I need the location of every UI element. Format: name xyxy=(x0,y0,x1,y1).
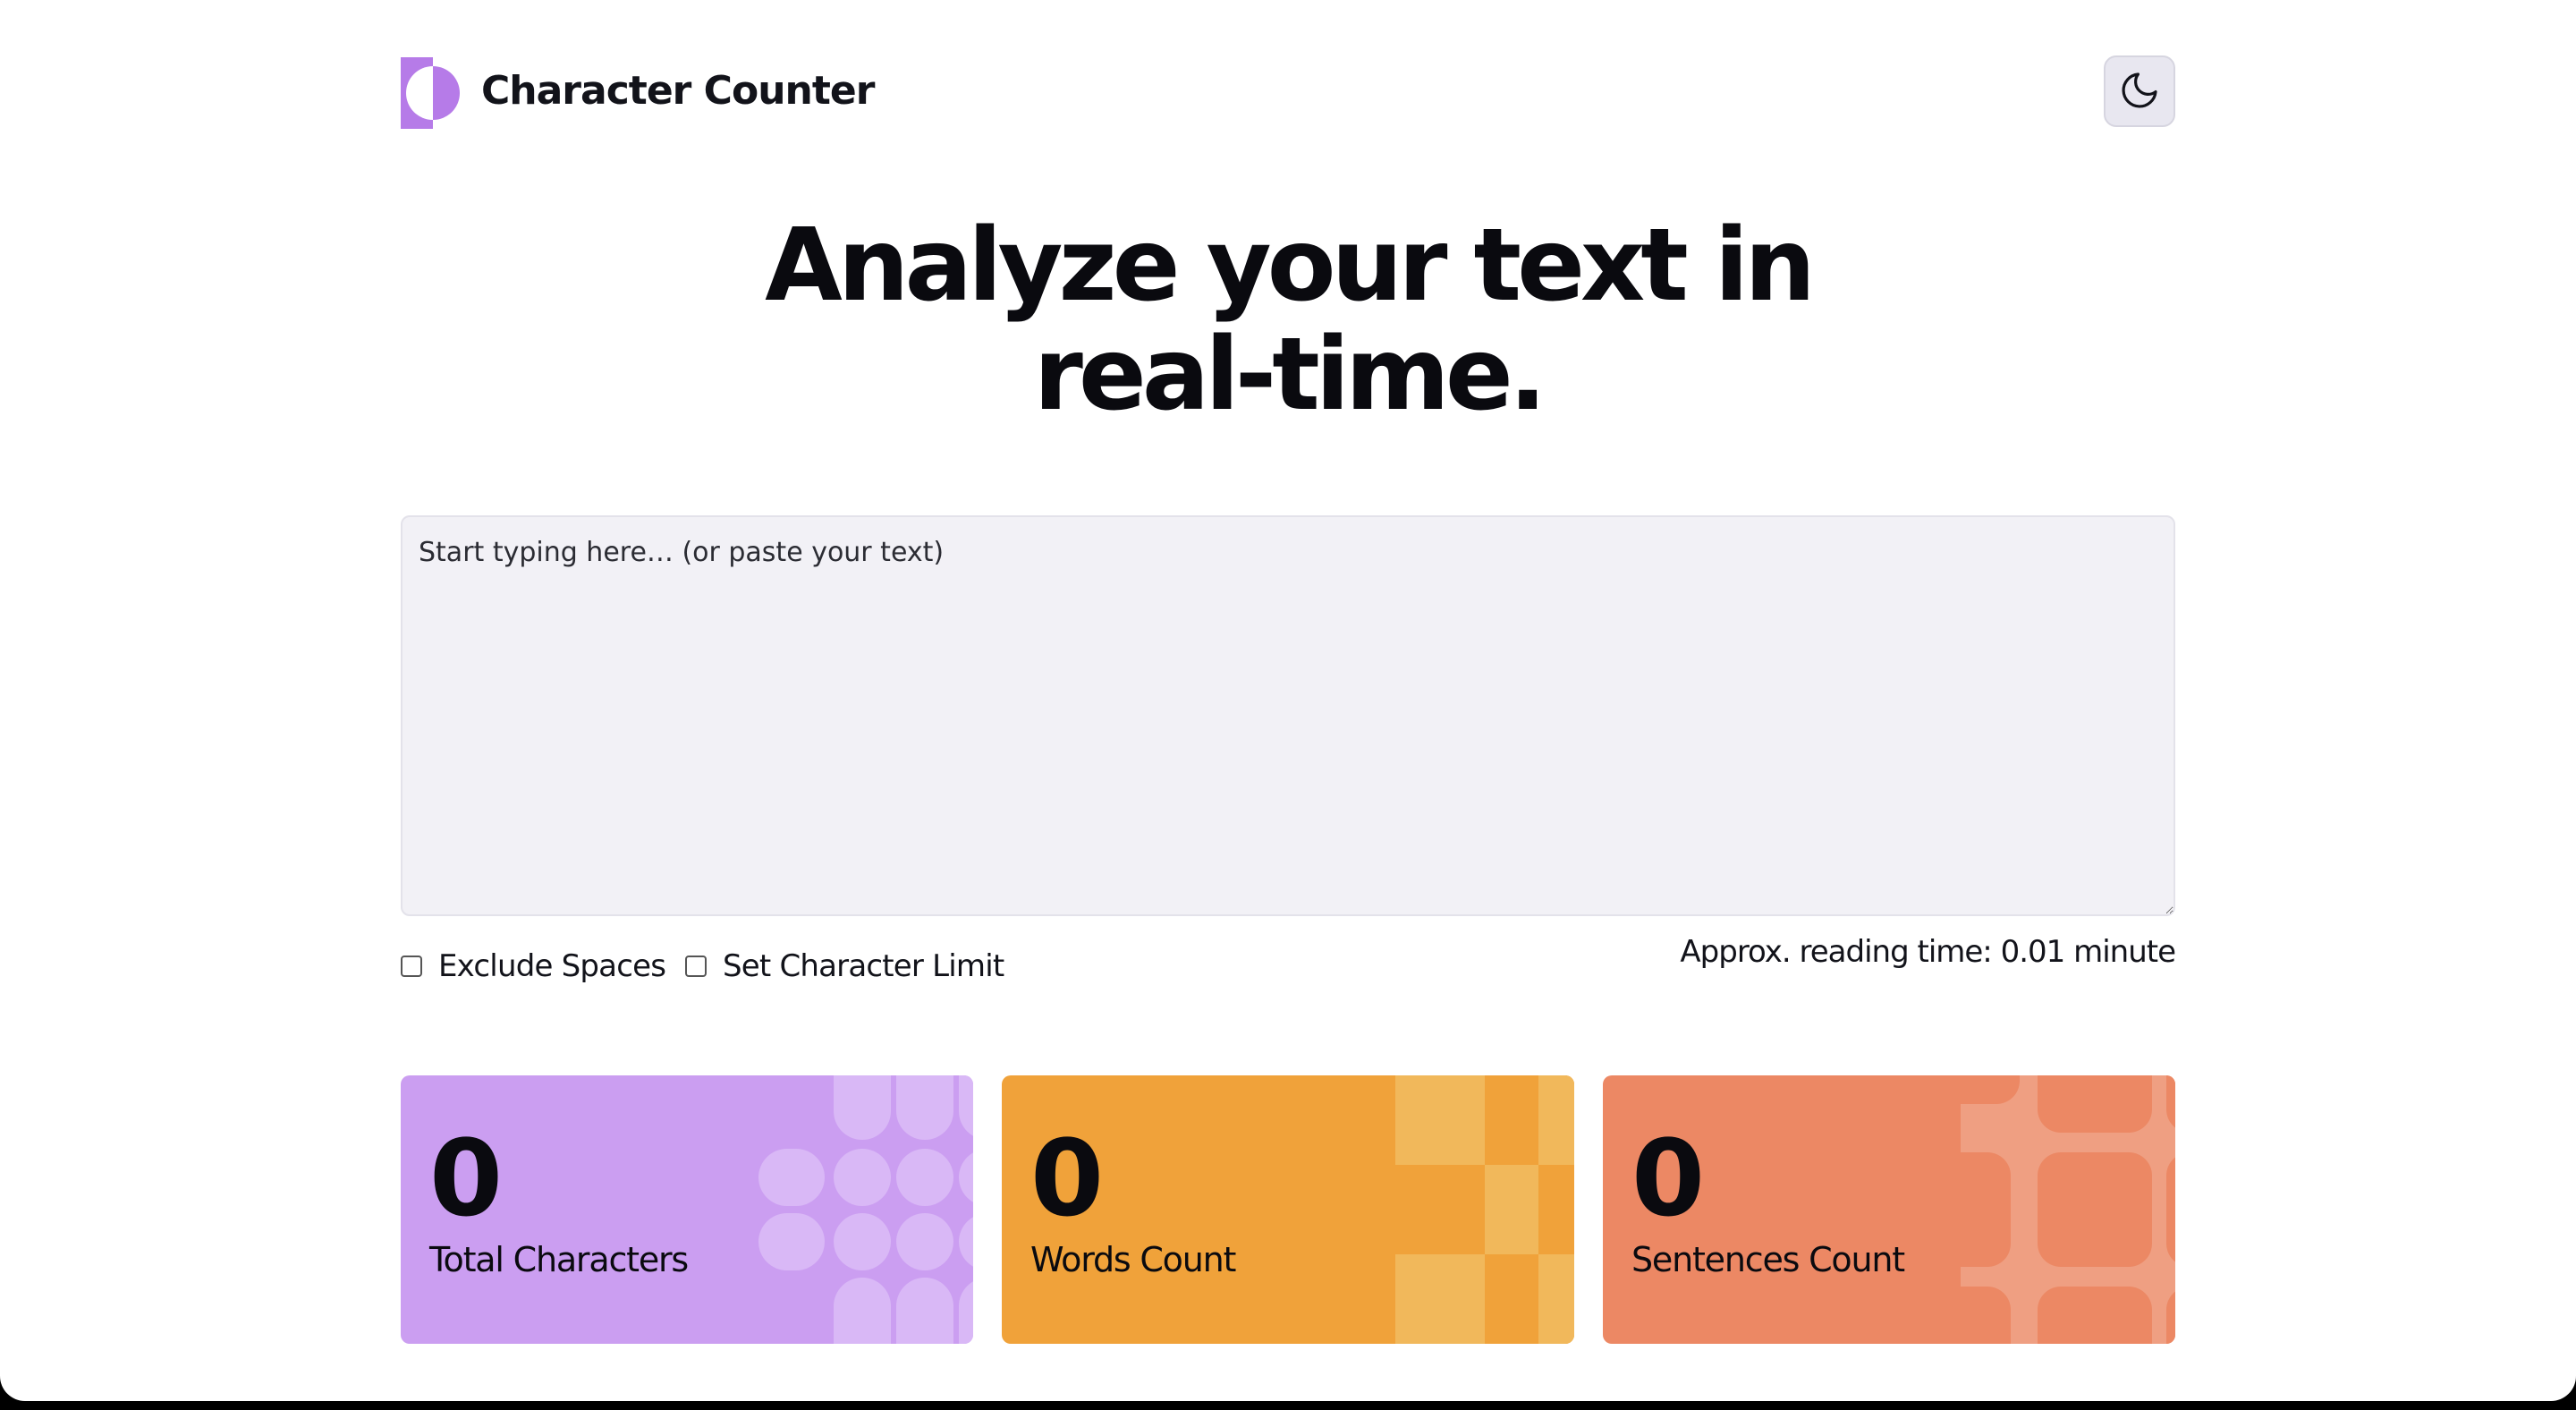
stats-cards: 0 Total Characters 0 Words Count 0 Sente… xyxy=(401,1075,2175,1344)
text-input-area[interactable] xyxy=(401,515,2175,916)
sentences-count-value: 0 xyxy=(1631,1117,1705,1240)
exclude-spaces-checkbox[interactable] xyxy=(401,956,422,977)
words-count-label: Words Count xyxy=(1030,1240,1236,1279)
character-limit-checkbox[interactable] xyxy=(685,956,707,977)
stat-card-sentences-count: 0 Sentences Count xyxy=(1603,1075,2175,1344)
circle-pattern-decoration xyxy=(758,1075,973,1344)
app-title: Character Counter xyxy=(481,68,875,114)
stat-card-total-characters: 0 Total Characters xyxy=(401,1075,973,1344)
theme-toggle-button[interactable] xyxy=(2104,55,2175,127)
rounded-grid-pattern-decoration xyxy=(1961,1075,2175,1344)
total-characters-label: Total Characters xyxy=(429,1240,689,1279)
moon-icon xyxy=(2118,69,2161,115)
stat-card-words-count: 0 Words Count xyxy=(1002,1075,1574,1344)
checker-pattern-decoration xyxy=(1395,1075,1574,1344)
words-count-value: 0 xyxy=(1030,1117,1104,1240)
exclude-spaces-option[interactable]: Exclude Spaces xyxy=(401,947,666,986)
reading-time: Approx. reading time: 0.01 minute xyxy=(1680,934,2176,970)
app-header: Character Counter xyxy=(401,55,2175,129)
options-row: Exclude Spaces Set Character Limit Appro… xyxy=(401,934,2176,991)
hero-line-1: Analyze your text in xyxy=(765,208,1816,324)
sentences-count-label: Sentences Count xyxy=(1631,1240,1905,1279)
half-circle-logo-icon xyxy=(401,57,463,129)
total-characters-value: 0 xyxy=(429,1117,503,1240)
hero-heading: Analyze your text in real-time. xyxy=(401,211,2175,429)
character-limit-label: Set Character Limit xyxy=(723,948,1004,984)
character-limit-option[interactable]: Set Character Limit xyxy=(685,947,1004,986)
exclude-spaces-label: Exclude Spaces xyxy=(438,948,666,984)
hero-line-2: real-time. xyxy=(1033,317,1547,433)
main-container: Character Counter Analyze your text in r… xyxy=(401,0,2176,1401)
page: Character Counter Analyze your text in r… xyxy=(0,0,2576,1401)
